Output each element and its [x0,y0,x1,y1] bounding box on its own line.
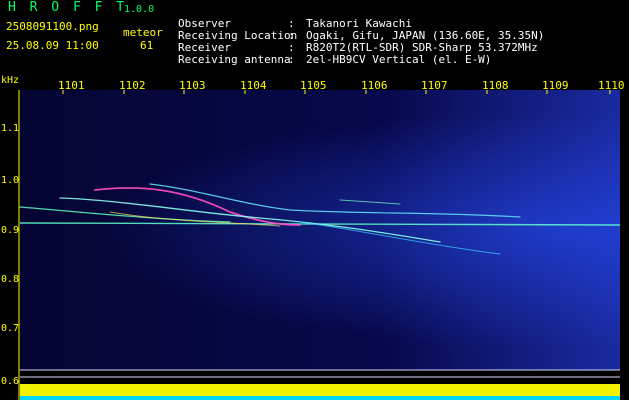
file-datetime: 25.08.09 11:00 [6,39,99,52]
time-tick-label: 1103 [179,79,206,92]
freq-tick-label: 1.0 [1,175,19,186]
freq-tick-label: 0.9 [1,225,19,236]
time-tick-label: 1107 [421,79,448,92]
meteor-label: meteor [123,26,163,39]
freq-tick-label: 0.8 [1,274,19,285]
time-tick-label: 1106 [361,79,388,92]
file-name: 2508091100.png [6,20,99,33]
app-title: H R O F F T [8,0,128,15]
freq-unit-label: kHz [1,75,19,86]
time-tick-label: 1104 [240,79,267,92]
time-tick-label: 1109 [542,79,569,92]
time-tick-label: 1110 [598,79,625,92]
time-tick-label: 1101 [58,79,85,92]
time-tick-label: 1108 [482,79,509,92]
app-version: 1.0.0 [124,4,155,15]
time-tick-label: 1102 [119,79,146,92]
header-panel: H R O F F T 1.0.0 2508091100.png meteor … [0,0,629,72]
meteor-count: 61 [140,39,154,52]
spectrogram-axes: 1101 1102 1103 1104 1105 1106 1107 1108 … [1,75,625,400]
freq-tick-label: 0.6 [1,376,19,387]
time-tick-label: 1105 [300,79,327,92]
freq-tick-label: 0.7 [1,323,19,334]
freq-tick-label: 1.1 [1,123,19,134]
